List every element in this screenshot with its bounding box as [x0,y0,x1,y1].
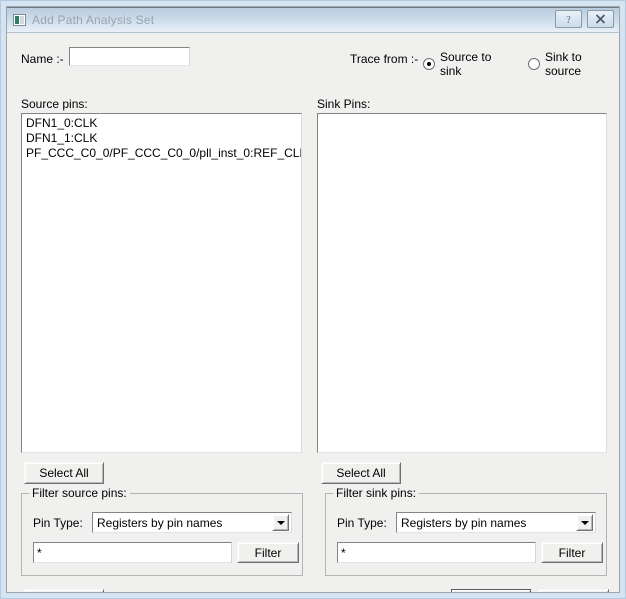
chevron-down-icon[interactable] [576,514,593,531]
list-item[interactable]: DFN1_1:CLK [24,131,301,146]
filter-source-pins-title: Filter source pins: [29,486,130,500]
sink-pins-listbox[interactable] [317,113,607,453]
name-label: Name :- [21,52,64,66]
trace-from-radio-group: Source to sink Sink to source [423,50,619,78]
cancel-button[interactable]: Cancel [539,589,609,592]
close-icon [595,14,606,24]
dialog-content: Name :- Trace from :- Source to sink Sin… [7,33,619,592]
help-button[interactable]: Help [24,589,104,592]
dialog-inner: Add Path Analysis Set ? Name :- Trace fr… [6,6,620,593]
question-mark-icon: ? [566,15,571,25]
radio-source-to-sink[interactable] [423,58,435,70]
sink-pins-label: Sink Pins: [317,97,371,111]
close-button[interactable] [587,10,614,28]
source-select-all-button[interactable]: Select All [24,462,104,484]
sink-select-all-button[interactable]: Select All [321,462,401,484]
filter-sink-pins-title: Filter sink pins: [333,486,420,500]
radio-sink-to-source-label: Sink to source [545,50,582,78]
source-pins-label: Source pins: [21,97,88,111]
list-item[interactable]: DFN1_0:CLK [24,116,301,131]
radio-sink-to-source[interactable] [528,58,540,70]
sink-filter-input[interactable]: * [337,542,536,563]
svg-text:?: ? [566,15,571,25]
source-pin-type-value: Registers by pin names [97,515,223,530]
ok-button[interactable]: OK [451,589,531,592]
help-titlebar-button[interactable]: ? [555,10,582,28]
trace-from-label: Trace from :- [350,52,419,66]
title-bar-buttons: ? [555,10,614,28]
sink-filter-button[interactable]: Filter [541,542,603,563]
app-icon [13,13,26,26]
dialog-window: Add Path Analysis Set ? Name :- Trace fr… [0,0,626,599]
filter-sink-pins-group: Filter sink pins: Pin Type: Registers by… [325,486,607,576]
sink-pin-type-combo[interactable]: Registers by pin names [396,512,596,533]
name-input[interactable] [69,47,190,66]
filter-source-pins-group: Filter source pins: Pin Type: Registers … [21,486,303,576]
source-filter-button[interactable]: Filter [237,542,299,563]
title-bar[interactable]: Add Path Analysis Set ? [7,7,619,33]
source-pin-type-label: Pin Type: [33,516,83,530]
window-title: Add Path Analysis Set [32,12,155,27]
chevron-down-icon[interactable] [272,514,289,531]
source-pins-listbox[interactable]: DFN1_0:CLK DFN1_1:CLK PF_CCC_C0_0/PF_CCC… [21,113,302,453]
sink-pin-type-label: Pin Type: [337,516,387,530]
list-item[interactable]: PF_CCC_C0_0/PF_CCC_C0_0/pll_inst_0:REF_C… [24,146,301,161]
source-pin-type-combo[interactable]: Registers by pin names [92,512,292,533]
source-filter-input[interactable]: * [33,542,232,563]
sink-pin-type-value: Registers by pin names [401,515,527,530]
radio-source-to-sink-label: Source to sink [440,50,492,78]
